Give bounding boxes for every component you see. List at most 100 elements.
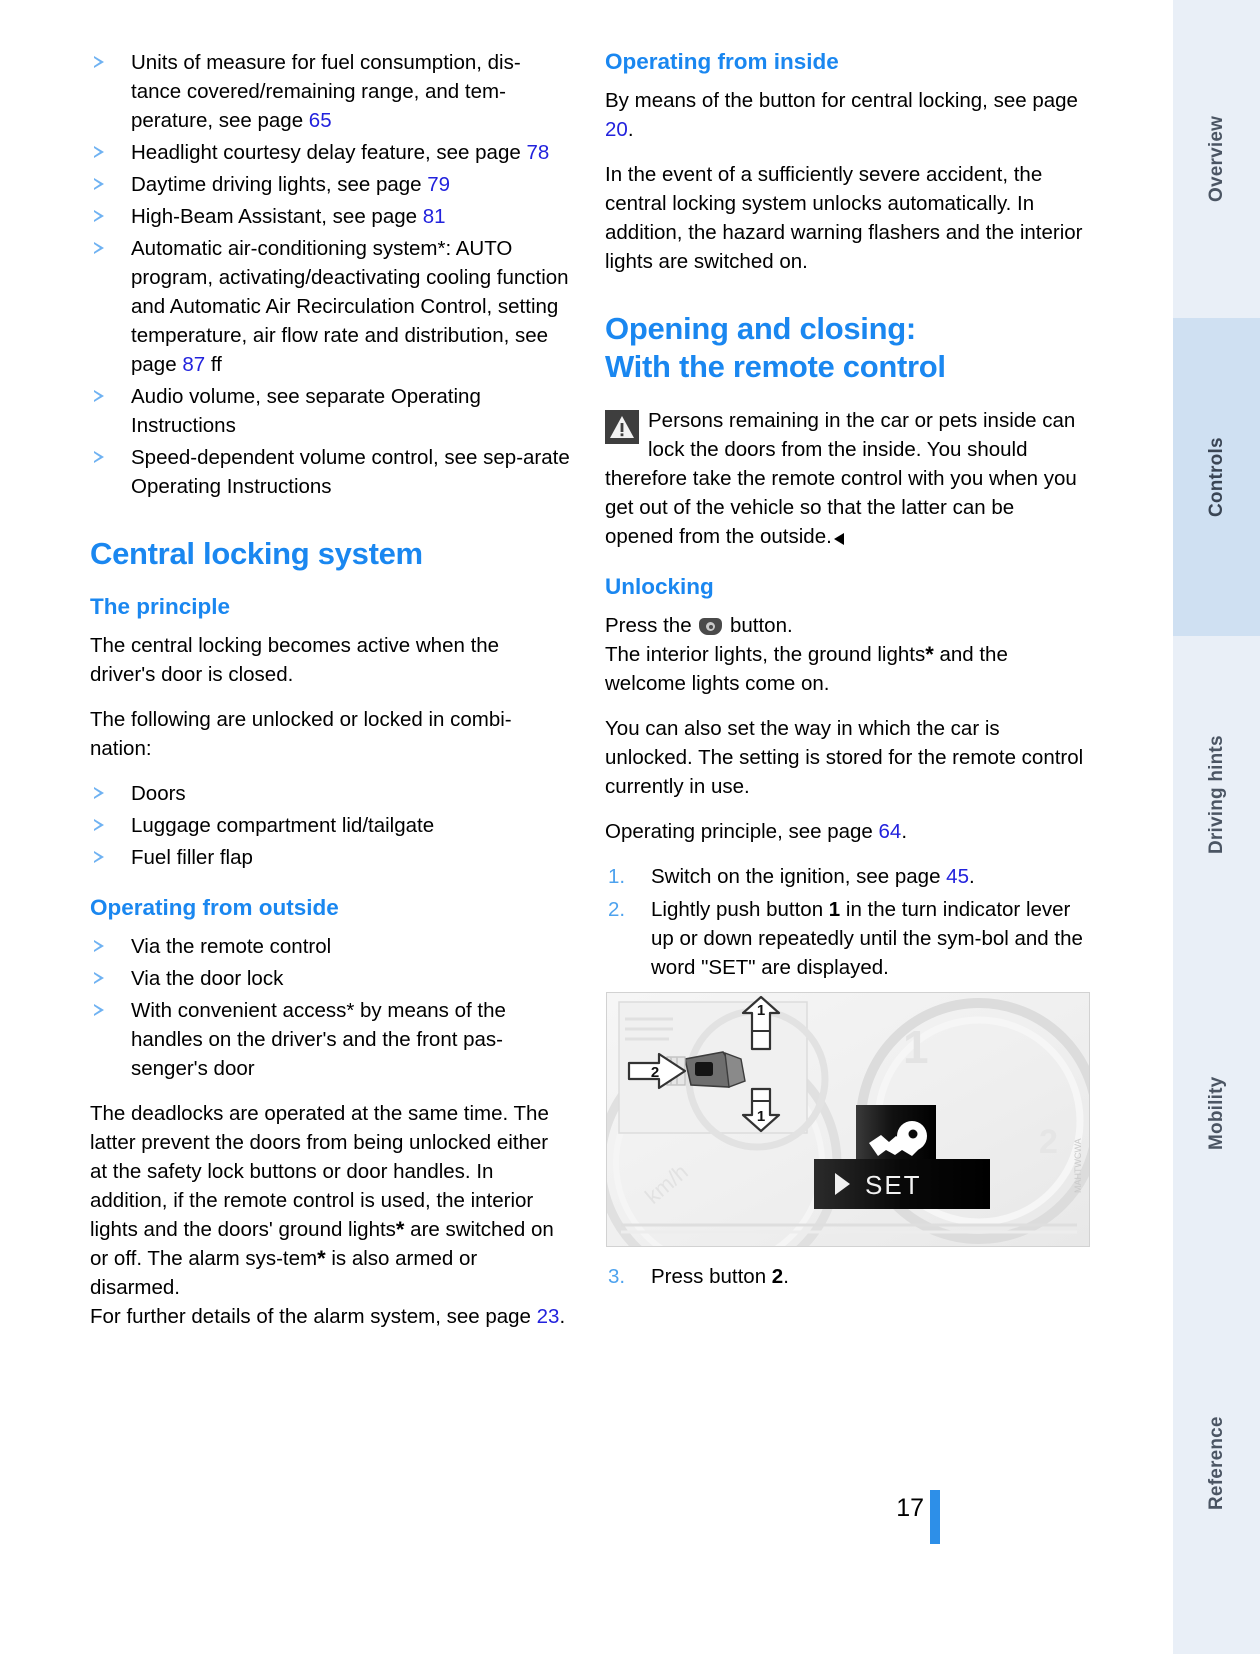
page-title-central-locking: Central locking system	[90, 536, 423, 571]
callout-number: 2	[771, 1265, 784, 1288]
opening-title-line-1: Opening and closing:	[605, 311, 916, 346]
step-number: 1.	[608, 865, 626, 888]
page-reference[interactable]: 79	[427, 173, 450, 196]
page-reference[interactable]: 20	[605, 118, 628, 141]
bullet-text: Doors	[131, 782, 186, 805]
warning-triangle-icon	[605, 410, 639, 444]
figure-callout-down: 1	[757, 1108, 765, 1125]
left-column: Units of measure for fuel consumption, d…	[90, 48, 570, 1347]
heading-operating-from-outside: Operating from outside	[90, 895, 339, 920]
alarm-reference-paragraph: For further details of the alarm system,…	[90, 1302, 570, 1331]
bullet-text: Via the door lock	[131, 967, 284, 990]
principle-paragraph-1: The central locking becomes active when …	[90, 634, 500, 686]
sidebar-item-driving-hints[interactable]: Driving hints	[1173, 636, 1260, 954]
unlocking-press-instruction: Press the button.	[605, 611, 1085, 640]
chapter-tab-rail: Overview Controls Driving hints Mobility…	[1144, 0, 1260, 1654]
page-reference[interactable]: 87	[182, 353, 205, 376]
bullet-triangle-icon	[94, 242, 104, 255]
list-item: Doors	[90, 779, 570, 808]
sidebar-item-overview[interactable]: Overview	[1173, 0, 1260, 318]
warning-text-body: Persons remaining in the car or pets ins…	[605, 409, 1077, 548]
warning-text: Persons remaining in the car or pets ins…	[605, 406, 1085, 551]
principle-paragraph-2: The following are unlocked or locked in …	[90, 708, 512, 760]
bullet-triangle-icon	[94, 851, 104, 864]
press-text-tail: button.	[724, 614, 793, 637]
deadlocks-paragraph: The deadlocks are operated at the same t…	[90, 1099, 570, 1302]
heading-operating-from-inside: Operating from inside	[605, 49, 839, 74]
callout-number: 1	[828, 898, 841, 921]
heading-the-principle: The principle	[90, 594, 231, 619]
step-text-tail: .	[968, 865, 975, 888]
principle-bullet-list: Doors Luggage compartment lid/tailgate F…	[90, 779, 570, 872]
opening-title-line-2: With the remote control	[605, 349, 946, 384]
sidebar-item-reference[interactable]: Reference	[1173, 1272, 1260, 1654]
bullet-triangle-icon	[94, 451, 104, 464]
step-text: Press button	[651, 1265, 772, 1288]
list-item: 3. Press button 2.	[605, 1262, 1085, 1291]
warning-end-marker-icon	[833, 533, 844, 545]
list-item: Luggage compartment lid/tailgate	[90, 811, 570, 840]
bullet-triangle-icon	[94, 146, 104, 159]
list-item: Headlight courtesy delay feature, see pa…	[90, 138, 570, 167]
sidebar-item-label: Driving hints	[1206, 735, 1227, 855]
list-item: Via the door lock	[90, 964, 570, 993]
optional-equipment-asterisk: *	[317, 1246, 326, 1271]
step-text: Switch on the ignition, see page	[651, 865, 947, 888]
bullet-triangle-icon	[94, 972, 104, 985]
unlocking-paragraph-2: You can also set the way in which the ca…	[605, 717, 1084, 798]
bullet-triangle-icon	[94, 819, 104, 832]
bullet-text: Speed-dependent volume control, see sep-…	[131, 446, 570, 498]
bullet-text: Via the remote control	[131, 935, 332, 958]
inside-text-tail: .	[627, 118, 634, 141]
step-text: Lightly push button	[651, 898, 829, 921]
list-item: Speed-dependent volume control, see sep-…	[90, 443, 570, 501]
remote-unlock-button-icon	[699, 618, 723, 635]
sidebar-item-label: Overview	[1206, 115, 1227, 203]
bullet-triangle-icon	[94, 210, 104, 223]
sidebar-item-label: Reference	[1206, 1416, 1227, 1510]
bullet-text: Audio volume, see separate Operating Ins…	[131, 385, 481, 437]
figure-callout-side: 2	[651, 1064, 659, 1081]
sidebar-item-controls[interactable]: Controls	[1173, 318, 1260, 636]
list-item: Audio volume, see separate Operating Ins…	[90, 382, 570, 440]
list-item: High-Beam Assistant, see page 81	[90, 202, 570, 231]
bullet-triangle-icon	[94, 56, 104, 69]
unlocking-steps-list: 1. Switch on the ignition, see page 45. 2…	[605, 862, 1085, 982]
sidebar-item-label: Mobility	[1206, 1076, 1227, 1150]
list-item: Automatic air-conditioning system*: AUTO…	[90, 234, 570, 379]
bullet-text: Luggage compartment lid/tailgate	[131, 814, 435, 837]
bullet-text: High-Beam Assistant, see page	[131, 205, 423, 228]
sidebar-item-mobility[interactable]: Mobility	[1173, 954, 1260, 1272]
carryover-bullet-list: Units of measure for fuel consumption, d…	[90, 48, 570, 501]
svg-text:1: 1	[903, 1021, 929, 1073]
press-text: Press the	[605, 614, 698, 637]
inside-paragraph-2: In the event of a sufficiently severe ac…	[605, 163, 1083, 273]
page-reference[interactable]: 81	[423, 205, 446, 228]
page-reference[interactable]: 45	[946, 865, 969, 888]
page-reference[interactable]: 78	[526, 141, 549, 164]
list-item: 2. Lightly push button 1 in the turn indi…	[605, 895, 1085, 982]
operating-principle-text: Operating principle, see page	[605, 820, 879, 843]
svg-text:2: 2	[1039, 1123, 1058, 1161]
page-number: 17	[896, 1494, 924, 1522]
alarm-ref-text: For further details of the alarm system,…	[90, 1305, 537, 1328]
optional-equipment-asterisk: *	[925, 642, 934, 667]
sidebar-item-label: Controls	[1206, 437, 1227, 517]
bullet-text: Fuel filler flap	[131, 846, 253, 869]
bullet-triangle-icon	[94, 178, 104, 191]
step-text-tail: .	[783, 1265, 789, 1288]
page-reference[interactable]: 23	[537, 1305, 560, 1328]
page-title-opening-and-closing: Opening and closing: With the remote cont…	[605, 310, 1085, 386]
bullet-triangle-icon	[94, 390, 104, 403]
operating-principle-tail: .	[901, 820, 908, 843]
figure-set-label: SET	[865, 1170, 922, 1200]
right-column: Operating from inside By means of the bu…	[605, 48, 1085, 998]
bullet-text: Daytime driving lights, see page	[131, 173, 428, 196]
page-reference[interactable]: 64	[879, 820, 902, 843]
page-reference[interactable]: 65	[309, 109, 332, 132]
inside-paragraph-1: By means of the button for central locki…	[605, 86, 1085, 144]
step-3-container: 3. Press button 2.	[605, 1262, 1085, 1307]
bullet-text: Headlight courtesy delay feature, see pa…	[131, 141, 527, 164]
list-item: Fuel filler flap	[90, 843, 570, 872]
list-item: Via the remote control	[90, 932, 570, 961]
